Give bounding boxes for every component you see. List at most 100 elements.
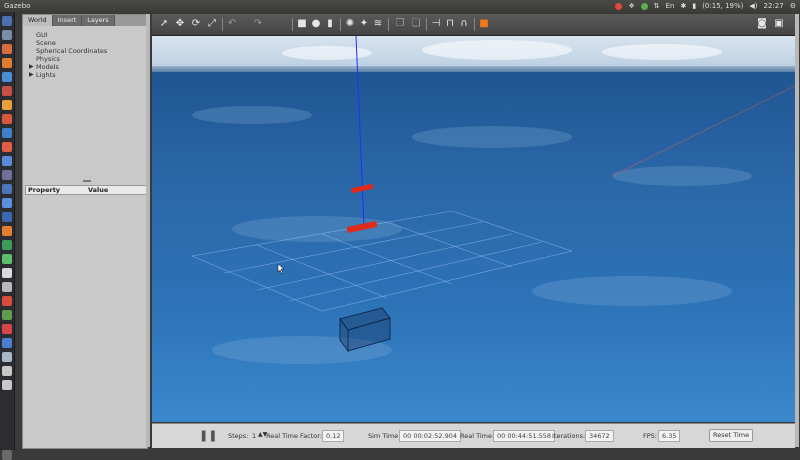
value-column-header: Value bbox=[88, 186, 109, 194]
app-icon[interactable] bbox=[2, 226, 12, 236]
pause-icon[interactable]: ❚❚ bbox=[199, 429, 217, 442]
reset-time-button[interactable]: Reset Time bbox=[709, 429, 754, 442]
align-icon[interactable]: ⊣ bbox=[430, 18, 442, 30]
rtf-value: 0.12 bbox=[322, 430, 345, 442]
magnet-icon[interactable]: ∩ bbox=[458, 18, 470, 30]
tree-item-lights[interactable]: ▶ Lights bbox=[29, 71, 107, 79]
screenshot-icon[interactable]: ◙ bbox=[756, 18, 768, 30]
iterations-label: Iterations: bbox=[552, 432, 586, 440]
launcher-sidebar bbox=[0, 12, 15, 460]
point-light-icon[interactable]: ✺ bbox=[344, 18, 356, 30]
app-icon[interactable] bbox=[2, 72, 12, 82]
scale-icon[interactable]: ⤢ bbox=[206, 18, 218, 30]
app-icon[interactable] bbox=[2, 128, 12, 138]
x-axis-line bbox=[611, 85, 795, 177]
power-icon[interactable] bbox=[615, 2, 623, 10]
sim-time-value: 00 00:02:52.904 bbox=[399, 430, 462, 442]
mouse-cursor-icon bbox=[277, 263, 285, 275]
trash-icon[interactable] bbox=[2, 450, 12, 460]
app-icon[interactable] bbox=[2, 86, 12, 96]
toolbar-separator bbox=[426, 18, 427, 31]
sphere-icon[interactable]: ● bbox=[310, 18, 322, 30]
tree-item-label: Physics bbox=[36, 55, 61, 63]
tab-layers[interactable]: Layers bbox=[82, 15, 115, 26]
box-icon[interactable]: ■ bbox=[296, 18, 308, 30]
app-icon[interactable] bbox=[2, 184, 12, 194]
app-icon[interactable] bbox=[2, 142, 12, 152]
files-icon[interactable] bbox=[2, 30, 12, 40]
world-tree: GUI Scene Spherical Coordinates Physics … bbox=[29, 31, 107, 79]
clock[interactable]: 22:27 bbox=[764, 0, 784, 12]
app-icon[interactable] bbox=[2, 380, 12, 390]
app-icon[interactable] bbox=[2, 170, 12, 180]
redo-icon[interactable]: ↷ bbox=[252, 18, 264, 30]
tab-insert[interactable]: Insert bbox=[52, 15, 83, 26]
copy-icon[interactable]: ❐ bbox=[394, 18, 406, 30]
tree-item-spherical-coordinates[interactable]: Spherical Coordinates bbox=[29, 47, 107, 55]
snap-icon[interactable]: ⊓ bbox=[444, 18, 456, 30]
battery-icon[interactable]: ▮ bbox=[692, 0, 696, 12]
app-icon[interactable] bbox=[2, 268, 12, 278]
spot-light-icon[interactable]: ✦ bbox=[358, 18, 370, 30]
expand-arrow-icon[interactable]: ▶ bbox=[29, 71, 34, 79]
rotate-icon[interactable]: ⟳ bbox=[190, 18, 202, 30]
tree-item-label: Lights bbox=[36, 71, 56, 79]
tree-item-gui[interactable]: GUI bbox=[29, 31, 107, 39]
keyboard-icon[interactable]: En bbox=[666, 0, 675, 12]
tree-item-scene[interactable]: Scene bbox=[29, 39, 107, 47]
paste-icon[interactable]: ❏ bbox=[410, 18, 422, 30]
record-icon[interactable]: ▣ bbox=[773, 18, 785, 30]
firefox-icon[interactable] bbox=[2, 58, 12, 68]
app-icon[interactable] bbox=[2, 338, 12, 348]
translate-icon[interactable]: ✥ bbox=[174, 18, 186, 30]
terminal-icon[interactable] bbox=[2, 44, 12, 54]
app-icon[interactable] bbox=[2, 198, 12, 208]
toolbar-separator bbox=[474, 18, 475, 31]
app-icon[interactable] bbox=[2, 324, 12, 334]
tree-item-label: Models bbox=[36, 63, 59, 71]
app-icon[interactable] bbox=[2, 212, 12, 222]
app-icon[interactable] bbox=[2, 114, 12, 124]
app-icon[interactable] bbox=[2, 156, 12, 166]
fps-value: 6.35 bbox=[658, 430, 681, 442]
toolbar-separator bbox=[292, 18, 293, 31]
app-icon[interactable] bbox=[2, 296, 12, 306]
network-icon[interactable]: ⇅ bbox=[654, 0, 660, 12]
splitter-handle[interactable] bbox=[83, 180, 91, 182]
app-icon[interactable] bbox=[2, 310, 12, 320]
undo-icon[interactable]: ↶ bbox=[226, 18, 238, 30]
cylinder-icon[interactable]: ▮ bbox=[324, 18, 336, 30]
tree-item-physics[interactable]: Physics bbox=[29, 55, 107, 63]
right-panel-handle[interactable] bbox=[795, 14, 799, 447]
dash-icon[interactable] bbox=[2, 16, 12, 26]
bluetooth-icon[interactable]: ✱ bbox=[680, 0, 686, 12]
app-icon[interactable] bbox=[2, 254, 12, 264]
app-icon[interactable] bbox=[2, 100, 12, 110]
dropbox-icon[interactable]: ❖ bbox=[628, 0, 634, 12]
app-icon[interactable] bbox=[2, 366, 12, 376]
app-icon[interactable] bbox=[2, 240, 12, 250]
scene-viewport[interactable] bbox=[152, 36, 795, 422]
sync-icon[interactable] bbox=[640, 2, 648, 10]
volume-icon[interactable]: ◀) bbox=[749, 0, 757, 12]
rtf-label: Real Time Factor: bbox=[266, 432, 323, 440]
tab-world[interactable]: World bbox=[23, 15, 53, 26]
panel-resize-handle[interactable] bbox=[146, 14, 150, 447]
settings-gear-icon[interactable]: ⚙ bbox=[790, 0, 796, 12]
battery-status[interactable]: (0:15, 19%) bbox=[702, 0, 743, 12]
toolbar-separator bbox=[388, 18, 389, 31]
panel-tabs: World Insert Layers bbox=[23, 15, 147, 26]
cage-model[interactable] bbox=[339, 307, 391, 353]
app-icon[interactable] bbox=[2, 282, 12, 292]
orange-color-icon[interactable]: ■ bbox=[478, 18, 490, 30]
toolbar: ➚ ✥ ⟳ ⤢ ↶ ↷ ■ ● ▮ ✺ ✦ ≋ ❐ ❏ ⊣ ⊓ ∩ ■ ◙ ▣ bbox=[152, 14, 795, 36]
select-arrow-icon[interactable]: ➚ bbox=[158, 18, 170, 30]
expand-arrow-icon[interactable]: ▶ bbox=[29, 63, 34, 71]
directional-light-icon[interactable]: ≋ bbox=[372, 18, 384, 30]
toolbar-separator bbox=[222, 18, 223, 31]
property-table-header: Property Value bbox=[25, 185, 147, 195]
red-model-lower[interactable] bbox=[346, 220, 378, 234]
steps-value[interactable]: 1 bbox=[252, 432, 256, 440]
app-icon[interactable] bbox=[2, 352, 12, 362]
tree-item-models[interactable]: ▶ Models bbox=[29, 63, 107, 71]
